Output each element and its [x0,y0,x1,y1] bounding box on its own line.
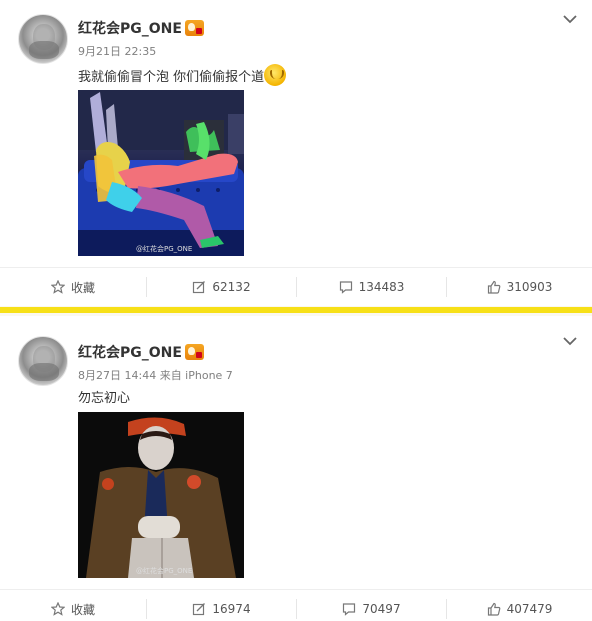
chevron-down-icon[interactable] [562,336,578,346]
avatar[interactable] [18,336,68,386]
like-button[interactable]: 407479 [447,590,592,621]
post-timestamp[interactable]: 9月21日 22:35 [78,43,156,59]
like-icon [487,280,500,294]
weibo-post: 红花会PG_ONE 9月21日 22:35 我就偷偷冒个泡 你们偷偷报个道 @红… [0,0,592,306]
post-separator [0,306,592,316]
like-button[interactable]: 310903 [447,268,592,306]
weibo-post: 红花会PG_ONE 8月27日 14:44 来自 iPhone 7 勿忘初心 @… [0,316,592,621]
favorite-button[interactable]: 收藏 [0,590,146,621]
repost-icon [193,603,206,616]
star-icon [50,602,65,616]
comment-count: 70497 [362,602,401,616]
username[interactable]: 红花会PG_ONE [78,18,204,38]
like-icon [487,602,500,616]
post-text: 勿忘初心 [78,391,131,406]
repost-count: 62132 [212,280,251,294]
emoji-icon [264,64,287,86]
repost-button[interactable]: 62132 [147,268,296,306]
favorite-button[interactable]: 收藏 [0,268,146,306]
star-icon [50,280,65,294]
post-timestamp[interactable]: 8月27日 14:44 来自 iPhone 7 [78,367,233,383]
image-watermark: @红花会PG_ONE [136,567,193,575]
favorite-label: 收藏 [70,602,95,617]
comment-icon [343,603,356,616]
verified-badge-icon [184,344,204,360]
post-image[interactable]: @红花会PG_ONE [78,90,244,256]
repost-icon [193,281,206,294]
like-count: 310903 [506,280,553,294]
comment-count: 134483 [358,280,405,294]
repost-count: 16974 [212,602,251,616]
favorite-label: 收藏 [70,280,95,295]
verified-badge-icon [184,20,204,36]
repost-button[interactable]: 16974 [147,590,296,621]
like-count: 407479 [506,602,553,616]
post-text: 我就偷偷冒个泡 你们偷偷报个道 [78,64,287,86]
image-watermark: @红花会PG_ONE [136,245,193,253]
post-image[interactable]: @红花会PG_ONE [78,412,244,578]
avatar[interactable] [18,14,68,64]
comment-button[interactable]: 70497 [297,590,446,621]
comment-icon [339,281,352,294]
username[interactable]: 红花会PG_ONE [78,342,204,362]
action-bar: 收藏 62132 134483 310903 [0,267,592,305]
action-bar: 收藏 16974 70497 407479 [0,589,592,621]
comment-button[interactable]: 134483 [297,268,446,306]
chevron-down-icon[interactable] [562,14,578,24]
